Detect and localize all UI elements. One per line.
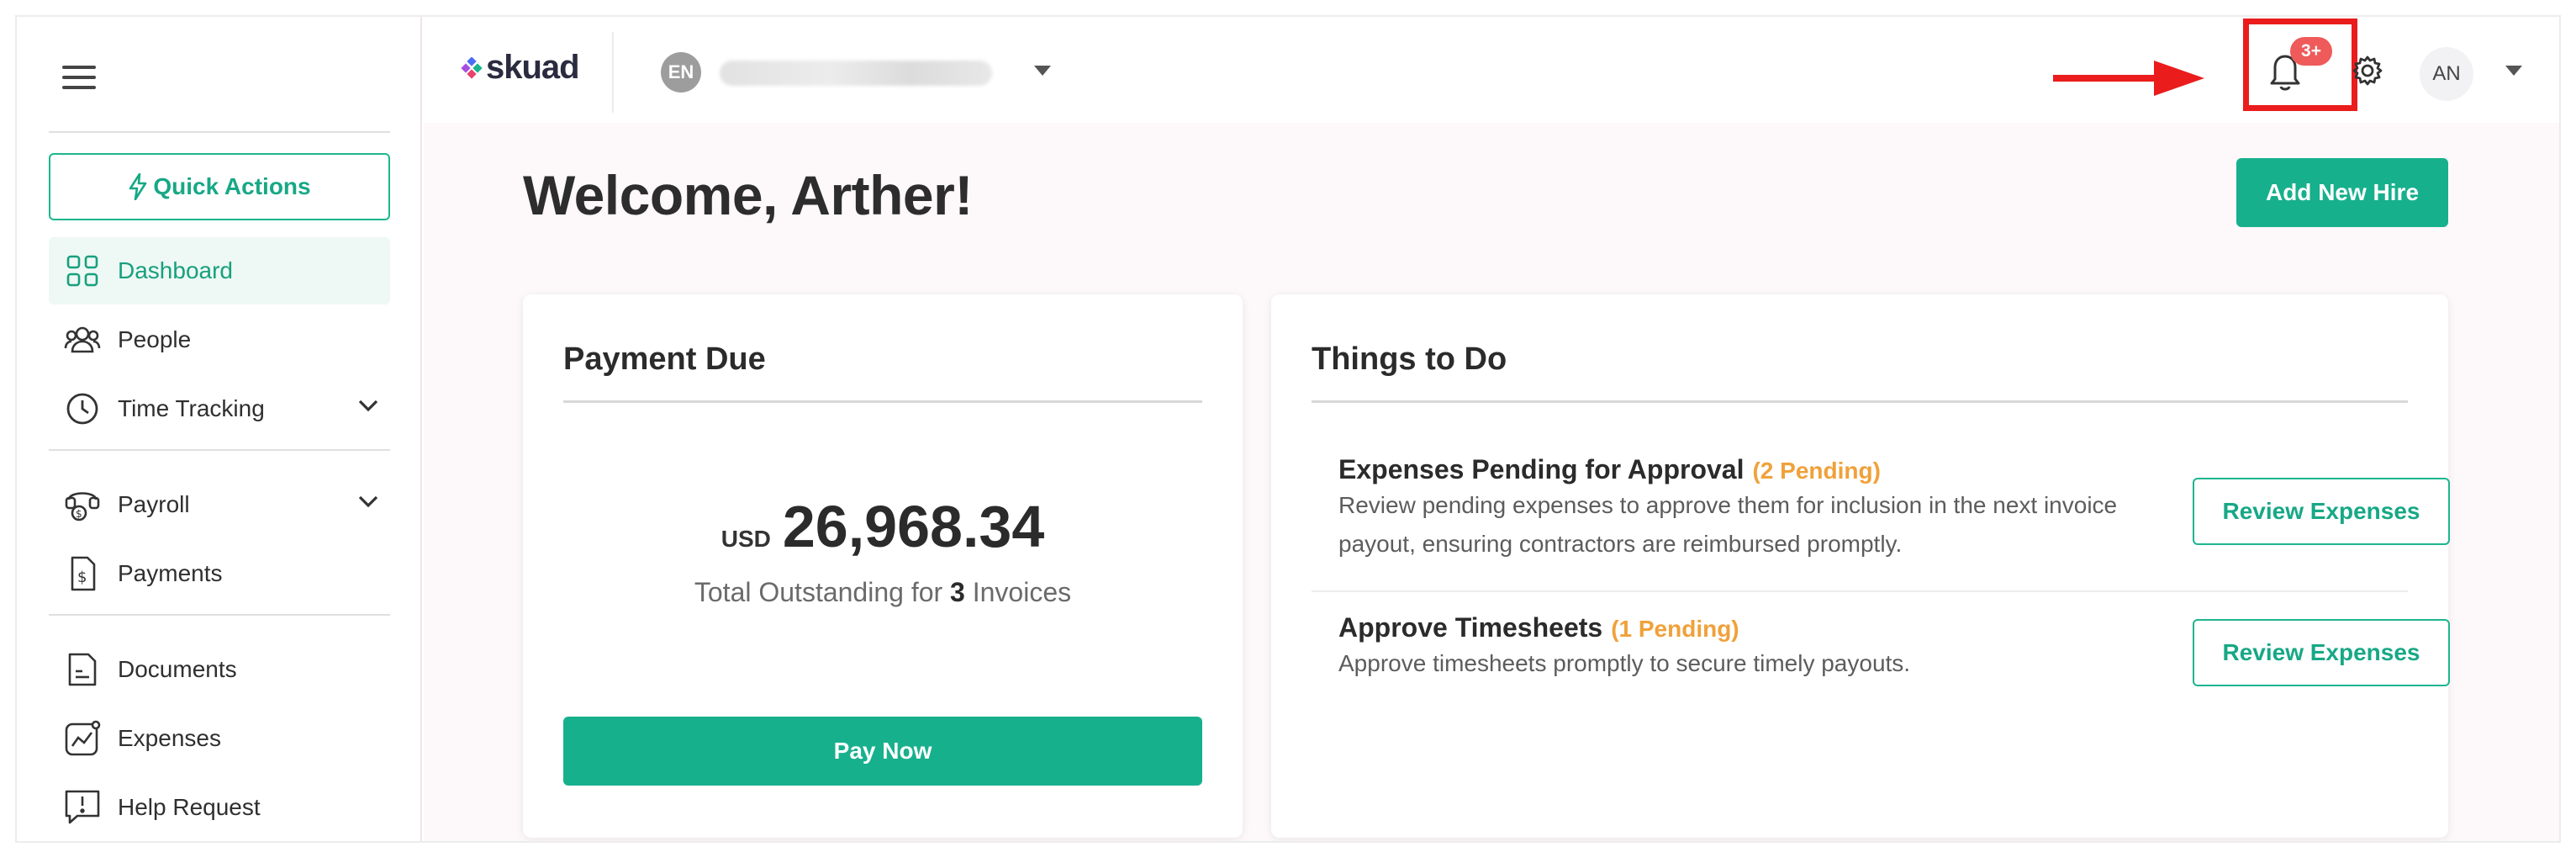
sidebar-item-label: Payroll: [118, 491, 190, 517]
document-icon: [64, 651, 101, 688]
sidebar-item-label: Expenses: [118, 725, 221, 751]
invoice-count: 3: [950, 577, 965, 607]
currency-label: USD: [721, 526, 771, 552]
clock-icon: [64, 390, 101, 427]
sidebar-item-people[interactable]: People: [49, 306, 390, 373]
quick-actions-button[interactable]: Quick Actions: [49, 153, 390, 220]
things-to-do-card: Things to Do Expenses Pending for Approv…: [1271, 294, 2450, 838]
sidebar-item-expenses[interactable]: Expenses: [49, 705, 390, 772]
sidebar-item-documents[interactable]: Documents: [49, 636, 390, 703]
divider: [563, 400, 1202, 403]
skuad-logo-icon: [461, 56, 483, 79]
grid-icon: [64, 252, 101, 289]
sidebar-item-payroll[interactable]: $ Payroll: [49, 471, 390, 538]
outstanding-prefix: Total Outstanding for: [694, 577, 943, 607]
task-title-text: Approve Timesheets: [1338, 612, 1603, 643]
sidebar-item-label: Help Request: [118, 794, 261, 820]
sidebar-item-label: Documents: [118, 656, 237, 682]
outstanding-summary: Total Outstanding for 3 Invoices: [523, 577, 1243, 608]
amount-due: 26,968.34: [782, 494, 1045, 559]
amount-row: USD 26,968.34: [523, 493, 1243, 560]
people-icon: [64, 321, 101, 358]
top-bar: skuad EN 3+ AN: [424, 17, 2559, 123]
app-window: Quick Actions Dashboard People Time Trac…: [15, 15, 2561, 843]
payments-icon: $: [64, 555, 101, 592]
svg-text:$: $: [77, 569, 87, 586]
task-title: Expenses Pending for Approval (2 Pending): [1338, 454, 1881, 485]
outstanding-suffix: Invoices: [972, 577, 1072, 607]
task-item: Expenses Pending for Approval (2 Pending)…: [1312, 446, 2450, 580]
task-description: Approve timesheets promptly to secure ti…: [1338, 650, 1911, 676]
expenses-icon: [64, 720, 101, 757]
card-title: Payment Due: [563, 341, 766, 377]
caret-down-icon[interactable]: [2505, 66, 2522, 76]
divider: [49, 614, 390, 616]
help-request-icon: [64, 789, 101, 826]
chevron-down-icon[interactable]: [356, 493, 380, 510]
payment-due-card: Payment Due USD 26,968.34 Total Outstand…: [523, 294, 1243, 838]
pay-now-button[interactable]: Pay Now: [563, 717, 1202, 786]
divider: [612, 32, 614, 113]
svg-text:$: $: [76, 508, 82, 520]
add-new-hire-button[interactable]: Add New Hire: [2236, 158, 2448, 227]
chevron-down-icon[interactable]: [356, 397, 380, 414]
gear-icon[interactable]: [2351, 54, 2384, 87]
sidebar-item-label: People: [118, 326, 192, 352]
page-title: Welcome, Arther!: [523, 164, 973, 226]
card-title: Things to Do: [1312, 341, 1507, 377]
divider: [1312, 400, 2408, 403]
task-title-text: Expenses Pending for Approval: [1338, 454, 1745, 484]
sidebar: Quick Actions Dashboard People Time Trac…: [17, 17, 422, 841]
sidebar-item-time-tracking[interactable]: Time Tracking: [49, 375, 390, 442]
logo-text: skuad: [486, 49, 580, 86]
task-item: Approve Timesheets (1 Pending) Approve ti…: [1312, 607, 2450, 700]
caret-down-icon[interactable]: [1034, 66, 1051, 76]
quick-actions-label: Quick Actions: [153, 173, 311, 199]
divider: [49, 449, 390, 451]
divider: [49, 131, 390, 133]
sidebar-item-dashboard[interactable]: Dashboard: [49, 237, 390, 304]
pending-count: (2 Pending): [1752, 458, 1881, 484]
sidebar-item-payments[interactable]: $ Payments: [49, 540, 390, 607]
notification-badge: 3+: [2290, 37, 2332, 66]
sidebar-item-label: Time Tracking: [118, 395, 265, 421]
logo[interactable]: skuad: [461, 49, 580, 87]
task-description: Review pending expenses to approve them …: [1338, 492, 2118, 557]
annotation-arrow: [2053, 61, 2204, 96]
user-avatar[interactable]: AN: [2420, 47, 2473, 101]
lightning-icon: [129, 173, 147, 200]
menu-icon[interactable]: [62, 66, 96, 89]
sidebar-item-label: Dashboard: [118, 257, 233, 283]
sidebar-item-help-request[interactable]: Help Request: [49, 774, 390, 841]
main-content: skuad EN 3+ AN Welcome, Arther! Add New …: [424, 17, 2559, 841]
payroll-icon: $: [64, 486, 101, 523]
sidebar-item-label: Payments: [118, 560, 223, 586]
divider: [1312, 590, 2408, 592]
review-expenses-button[interactable]: Review Expenses: [2193, 478, 2450, 545]
pending-count: (1 Pending): [1611, 616, 1739, 642]
task-title: Approve Timesheets (1 Pending): [1338, 612, 1739, 643]
org-avatar[interactable]: EN: [661, 52, 701, 93]
review-expenses-button[interactable]: Review Expenses: [2193, 619, 2450, 686]
org-name-redacted[interactable]: [720, 61, 992, 86]
